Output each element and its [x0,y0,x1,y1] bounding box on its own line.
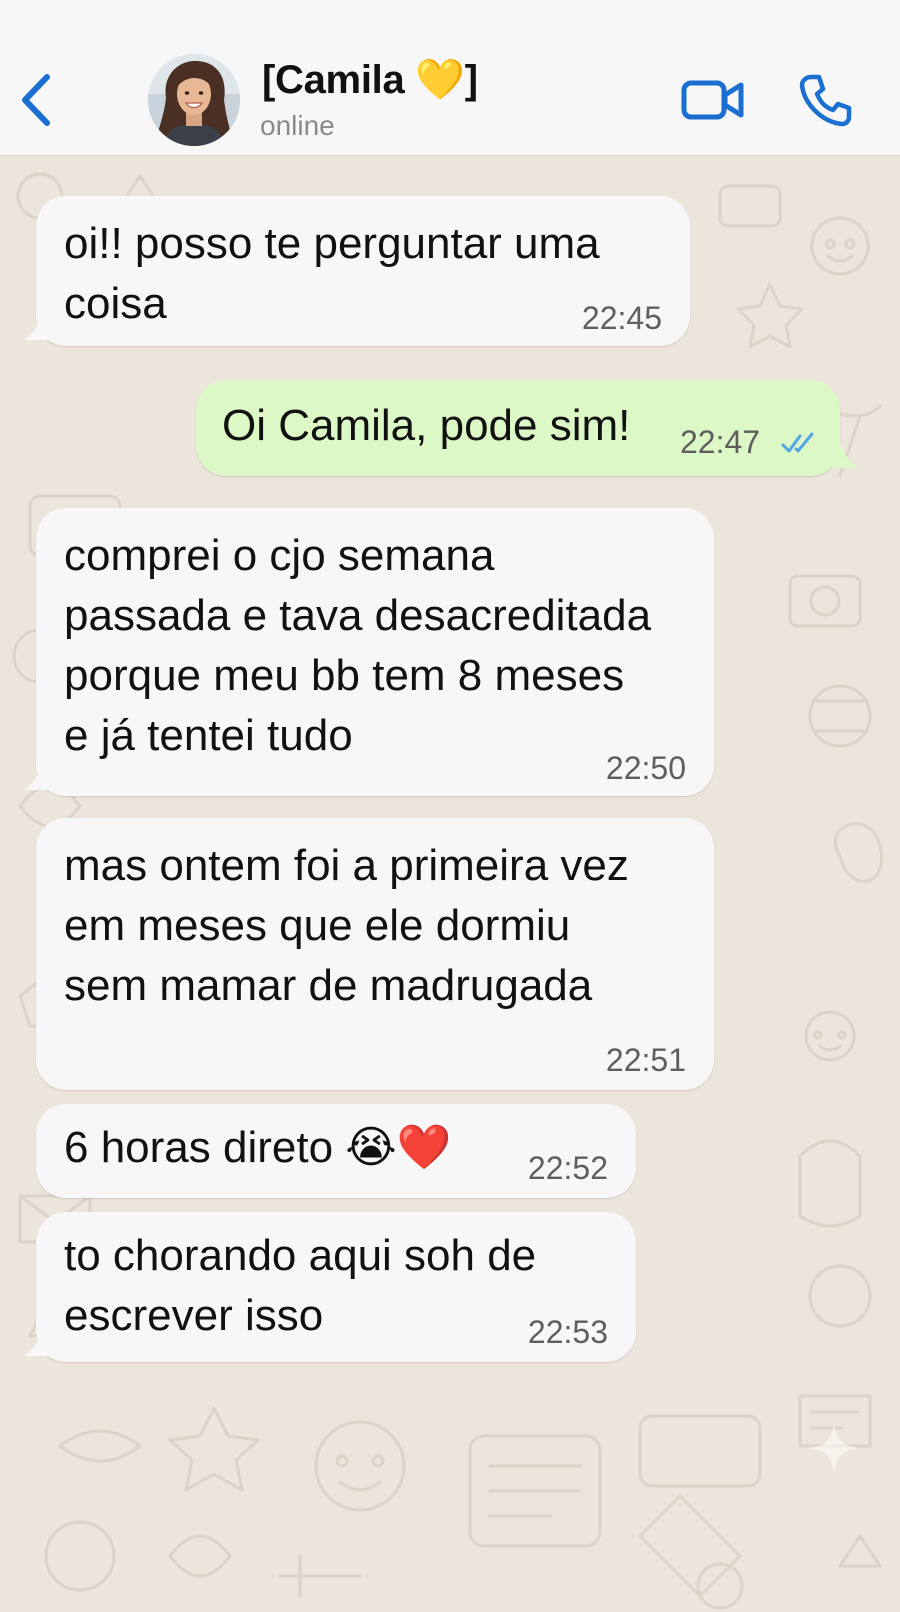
bubble-tail [24,318,50,340]
video-call-button[interactable] [678,72,748,128]
contact-name[interactable]: [Camila 💛] [262,56,478,103]
message-text: to chorando aqui soh de escrever isso [64,1231,537,1340]
avatar[interactable] [148,54,240,146]
message-bubble-incoming[interactable]: 6 horas direto 😭❤️ 22:52 [36,1104,636,1198]
message-bubble-incoming[interactable]: to chorando aqui soh de escrever isso 22… [36,1212,636,1362]
voice-call-button[interactable] [796,70,856,130]
bubble-tail [24,1334,50,1356]
message-bubble-incoming[interactable]: comprei o cjo semana passada e tava desa… [36,508,714,796]
message-bubble-incoming[interactable]: oi!! posso te perguntar uma coisa 22:45 [36,196,690,346]
chevron-left-icon [22,74,50,126]
double-check-read-icon [781,432,814,453]
message-time: 22:45 [581,300,662,336]
message-time: 22:50 [605,750,686,786]
message-bubble-outgoing[interactable]: Oi Camila, pode sim! 22:47 [196,380,840,476]
message-time: 22:53 [527,1314,608,1350]
message-text: comprei o cjo semana passada e tava desa… [64,531,652,760]
avatar-image [148,54,240,146]
chat-screen: [Camila 💛] online oi!! posso te pergunta… [0,0,900,1612]
message-bubble-incoming[interactable]: mas ontem foi a primeira vez em meses qu… [36,818,714,1090]
bubble-tail [832,446,858,468]
message-text: oi!! posso te perguntar uma coisa [64,219,600,328]
video-camera-icon [681,80,744,120]
message-time: 22:51 [605,1042,686,1078]
back-button[interactable] [14,70,58,130]
chat-messages-area[interactable]: oi!! posso te perguntar uma coisa 22:45 … [0,156,900,1612]
sparkle-icon [808,1422,860,1474]
chat-header: [Camila 💛] online [0,0,900,156]
contact-status: online [260,110,335,141]
message-time: 22:52 [527,1150,608,1186]
message-text: mas ontem foi a primeira vez em meses qu… [64,841,629,1010]
phone-icon [799,74,852,127]
message-text: 6 horas direto 😭❤️ [64,1123,452,1172]
bubble-tail [24,768,50,790]
message-time: 22:47 [680,424,761,460]
